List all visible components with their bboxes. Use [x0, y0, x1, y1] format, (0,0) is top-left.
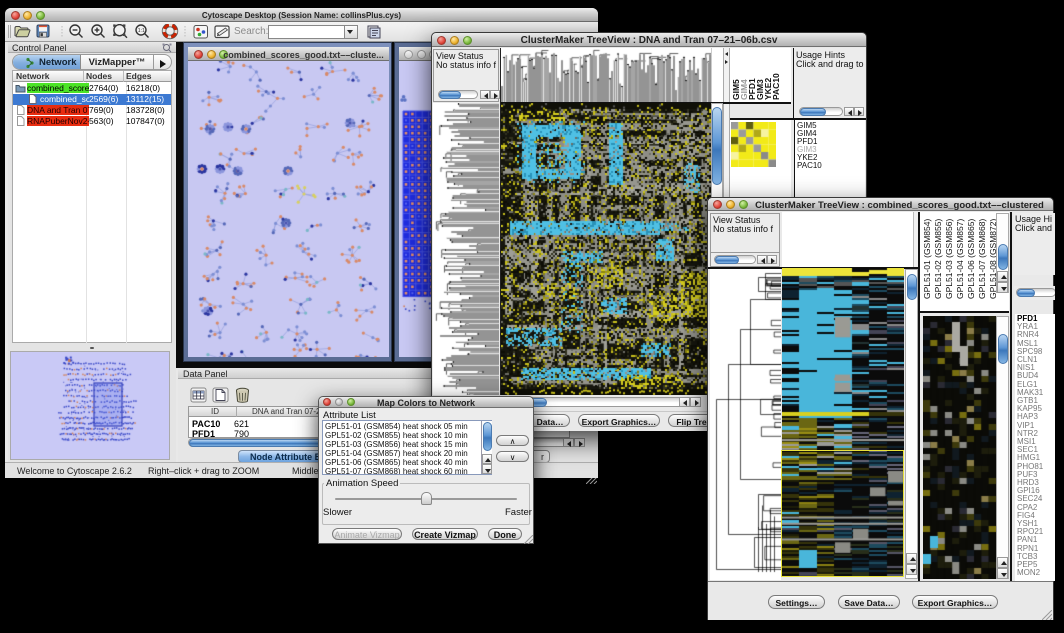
svg-text:1:1: 1:1 [138, 28, 145, 34]
